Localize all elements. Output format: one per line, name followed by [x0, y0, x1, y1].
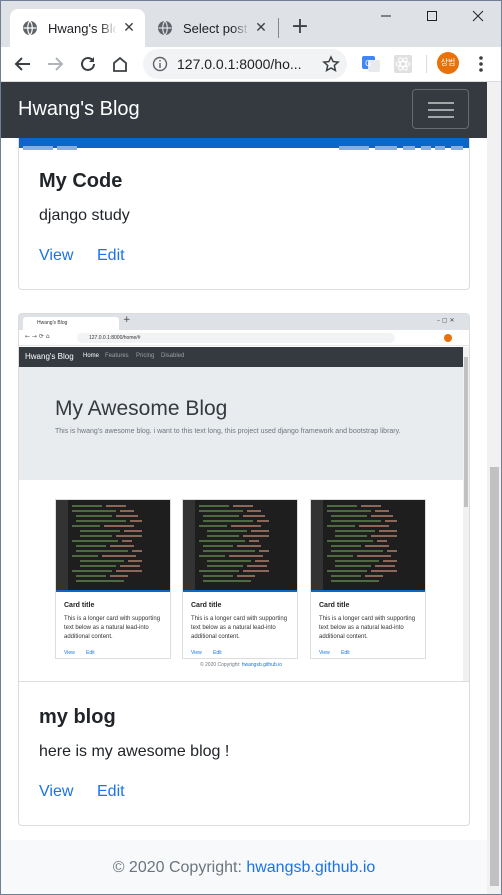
page-footer: © 2020 Copyright: hwangsb.github.io [1, 840, 487, 894]
react-extension-icon[interactable] [394, 55, 412, 73]
translate-extension-icon[interactable]: G [362, 55, 380, 73]
footer-text: © 2020 Copyright: hwangsb.github.io [1, 859, 487, 877]
screenshot-card-edit: Edit [86, 650, 95, 656]
screenshot-avatar [444, 334, 452, 342]
screenshot-card: Card title This is a longer card with su… [310, 499, 426, 659]
screenshot-heading: My Awesome Blog [55, 397, 228, 420]
edit-link[interactable]: Edit [97, 247, 125, 265]
screenshot-card-view: View [191, 650, 202, 656]
screenshot-card: Card title This is a longer card with su… [55, 499, 171, 659]
screenshot-window-controls-icon: – ▢ ✕ [437, 317, 455, 324]
screenshot-card-text: This is a longer card with supporting te… [191, 616, 288, 640]
close-window-button[interactable] [455, 1, 501, 31]
menu-button[interactable] [469, 52, 493, 76]
post-text: django study [39, 207, 130, 224]
screenshot-tab-strip: Hwang's Blog + – ▢ ✕ [19, 314, 469, 330]
tab-separator [278, 18, 279, 38]
tab-title: Hwang's Blog [48, 20, 117, 36]
screenshot-new-tab-icon: + [123, 315, 131, 325]
globe-icon [158, 20, 172, 36]
address-bar[interactable]: 127.0.0.1:8000/ho... [143, 49, 347, 79]
footer-link[interactable]: hwangsb.github.io [246, 859, 375, 876]
arrow-left-icon [14, 57, 30, 71]
navbar-brand[interactable]: Hwang's Blog [18, 98, 140, 121]
status-bar-graphic [23, 146, 463, 150]
screenshot-nav-pricing: Pricing [136, 353, 155, 359]
info-icon [152, 56, 168, 72]
reload-icon [81, 56, 95, 71]
page-viewport: My Code django study View Edit Hwang's B… [1, 82, 487, 894]
screenshot-nav-disabled: Disabled [161, 353, 185, 359]
edit-link[interactable]: Edit [97, 783, 125, 801]
close-tab-icon[interactable]: ✕ [253, 20, 269, 36]
screenshot-footer: © 2020 Copyright: hwangsb.github.io [199, 662, 283, 668]
screenshot-card-edit: Edit [213, 650, 222, 656]
screenshot-card-image [56, 500, 170, 592]
screenshot-nav-home: Home [83, 353, 100, 359]
minimize-icon [381, 15, 391, 17]
screenshot-card: Card title This is a longer card with su… [182, 499, 298, 659]
screenshot-navbar: Hwang's Blog Home Features Pricing Disab… [19, 347, 463, 367]
tab-select-post[interactable]: Select post to change ✕ [145, 9, 277, 47]
post-text: here is my awesome blog ! [39, 743, 230, 760]
view-link[interactable]: View [39, 783, 73, 801]
star-icon [322, 55, 340, 72]
screenshot-card-text: This is a longer card with supporting te… [64, 616, 161, 640]
toolbar-divider [426, 55, 427, 73]
home-icon [113, 56, 127, 72]
screenshot-address-bar: ← → ⟳ ⌂ 127.0.0.1:8000/home/# [19, 330, 469, 346]
forward-button[interactable] [43, 52, 67, 76]
screenshot-card-edit: Edit [341, 650, 350, 656]
screenshot-card-view: View [64, 650, 75, 656]
screenshot-brand: Hwang's Blog [25, 352, 74, 361]
browser-toolbar: 127.0.0.1:8000/ho... G 상범 [1, 47, 501, 81]
screenshot-url: 127.0.0.1:8000/home/# [77, 333, 395, 343]
tab-hwangs-blog[interactable]: Hwang's Blog ✕ [10, 9, 145, 47]
post-title: My Code [39, 170, 123, 192]
profile-avatar[interactable]: 상범 [437, 52, 459, 74]
scrollbar-thumb[interactable] [490, 467, 499, 886]
screenshot-nav-features: Features [105, 353, 129, 359]
screenshot-card-title: Card title [191, 602, 222, 609]
footer-copyright: © 2020 Copyright: [112, 859, 247, 876]
navbar: Hwang's Blog [1, 82, 487, 138]
screenshot-card-image [183, 500, 297, 592]
screenshot-lead: This is hwang's awesome blog. i want to … [55, 428, 401, 435]
svg-text:G: G [365, 59, 371, 68]
reload-button[interactable] [76, 52, 100, 76]
post-image-vscode [19, 138, 469, 150]
screenshot-nav-icons: ← → ⟳ ⌂ [25, 333, 50, 340]
globe-icon [23, 20, 37, 36]
home-button[interactable] [108, 52, 132, 76]
post-card: My Code django study View Edit [18, 122, 470, 290]
post-image-blog-screenshot: Hwang's Blog + – ▢ ✕ ← → ⟳ ⌂ 127.0.0.1:8… [19, 314, 469, 682]
browser-window: Hwang's Blog ✕ Select post to change ✕ + [0, 0, 502, 895]
screenshot-card-image [311, 500, 425, 592]
screenshot-card-view: View [319, 650, 330, 656]
maximize-icon [427, 11, 437, 21]
navbar-toggler-button[interactable] [412, 89, 469, 129]
maximize-button[interactable] [409, 1, 455, 31]
page-scrollbar[interactable] [487, 82, 501, 894]
screenshot-card-title: Card title [319, 602, 350, 609]
arrow-right-icon [48, 57, 64, 71]
post-card: Hwang's Blog + – ▢ ✕ ← → ⟳ ⌂ 127.0.0.1:8… [18, 313, 470, 826]
more-vert-icon [479, 56, 483, 72]
screenshot-card-text: This is a longer card with supporting te… [319, 616, 416, 640]
back-button[interactable] [11, 52, 35, 76]
post-title: my blog [39, 706, 116, 728]
url-text: 127.0.0.1:8000/ho... [177, 56, 302, 72]
tab-strip: Hwang's Blog ✕ Select post to change ✕ + [1, 1, 501, 47]
screenshot-scrollbar [463, 347, 469, 681]
new-tab-button[interactable]: + [289, 16, 311, 38]
close-icon [472, 10, 484, 22]
screenshot-jumbotron: My Awesome Blog This is hwang's awesome … [19, 367, 463, 480]
close-tab-icon[interactable]: ✕ [121, 20, 137, 36]
screenshot-card-title: Card title [64, 602, 95, 609]
screenshot-tab: Hwang's Blog [23, 317, 119, 330]
minimize-button[interactable] [363, 1, 409, 31]
view-link[interactable]: View [39, 247, 73, 265]
bookmark-button[interactable] [319, 52, 343, 76]
tab-title: Select post to change [183, 20, 249, 36]
